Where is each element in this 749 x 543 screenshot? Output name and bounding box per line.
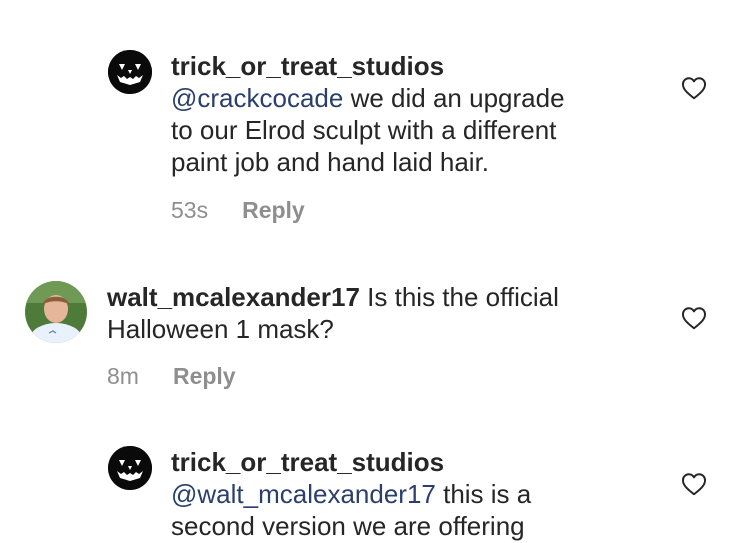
avatar[interactable] (25, 281, 87, 343)
jack-o-lantern-icon (108, 50, 152, 94)
heart-outline-icon (681, 307, 707, 330)
comment-body-line: to our Elrod sculpt with a different (171, 115, 557, 145)
comment-body-line: paint job and hand laid hair. (171, 147, 490, 177)
comment-username[interactable]: trick_or_treat_studios (171, 447, 444, 477)
user-photo-avatar (25, 281, 87, 343)
comment-meta: 8m Reply (107, 362, 236, 390)
like-button[interactable] (681, 306, 707, 330)
comment-body-line: Is this the official (359, 282, 559, 312)
comment-username[interactable]: walt_mcalexander17 (107, 282, 360, 312)
mention-link[interactable]: @walt_mcalexander17 (171, 479, 436, 509)
comment-body-line: this is a (435, 479, 532, 509)
comment-text: walt_mcalexander17 Is this the official … (107, 281, 559, 345)
comment-body-line: second version we are offering (171, 511, 525, 541)
comment-body-line: Halloween 1 mask? (107, 314, 334, 344)
avatar[interactable] (108, 50, 152, 94)
avatar[interactable] (108, 446, 152, 490)
heart-outline-icon (681, 473, 707, 496)
reply-button[interactable]: Reply (173, 362, 236, 390)
comment-timestamp: 53s (171, 197, 209, 223)
like-button[interactable] (681, 76, 707, 100)
comment-text: trick_or_treat_studios @crackcocade we d… (171, 50, 565, 178)
heart-outline-icon (681, 77, 707, 100)
mention-link[interactable]: @crackcocade (171, 83, 343, 113)
comment-text: trick_or_treat_studios @walt_mcalexander… (171, 446, 531, 542)
reply-button[interactable]: Reply (242, 196, 305, 224)
comment-username[interactable]: trick_or_treat_studios (171, 51, 444, 81)
jack-o-lantern-icon (108, 446, 152, 490)
comment-body-line: we did an upgrade (343, 83, 565, 113)
comment-timestamp: 8m (107, 363, 139, 389)
like-button[interactable] (681, 472, 707, 496)
comment-meta: 53s Reply (171, 196, 305, 224)
